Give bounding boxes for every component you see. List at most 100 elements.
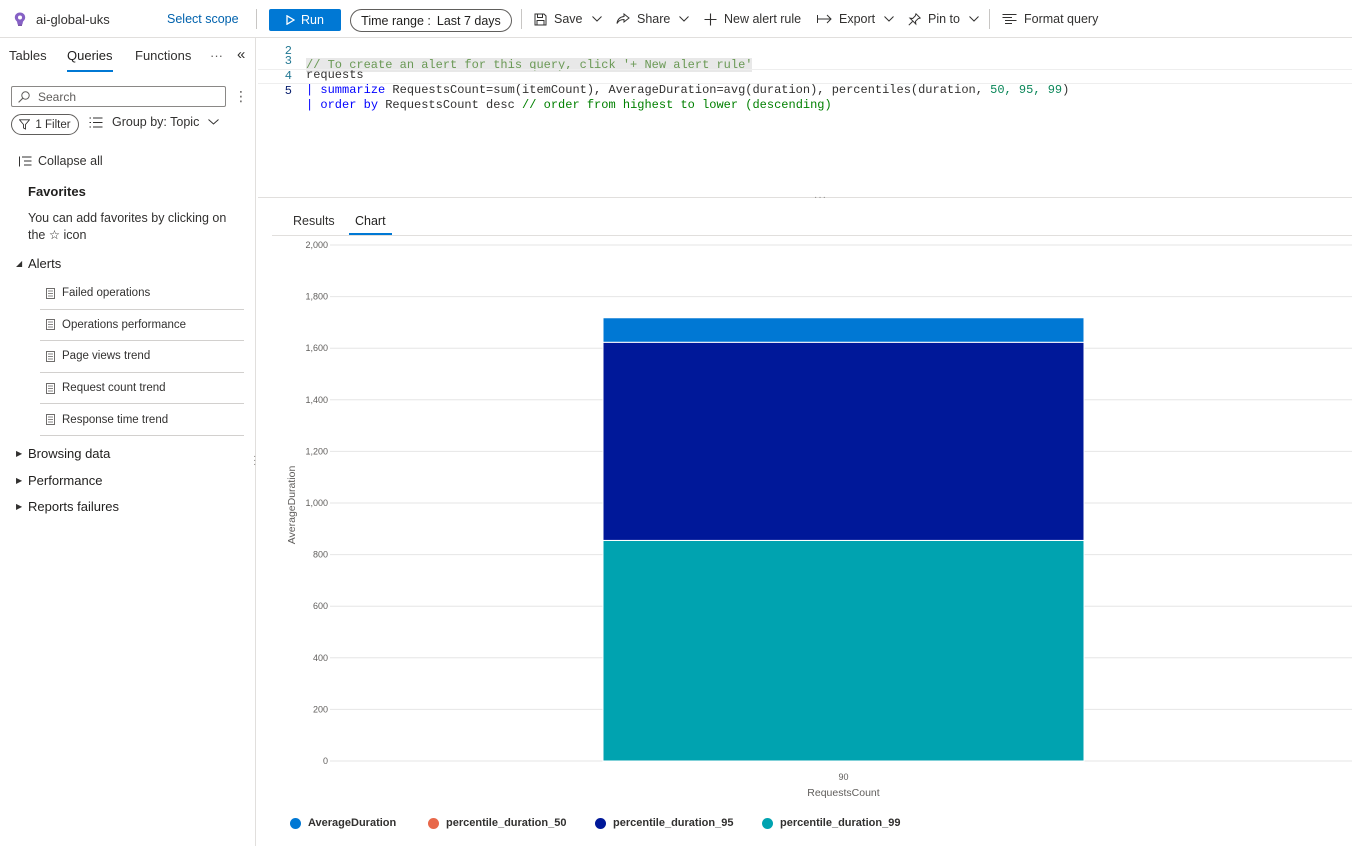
group-alerts[interactable]: ◢ Alerts bbox=[16, 256, 61, 271]
share-label: Share bbox=[637, 12, 671, 26]
y-tick-label: 400 bbox=[313, 653, 328, 663]
y-tick-label: 0 bbox=[323, 756, 328, 766]
query-item-page-views-trend[interactable]: Page views trend bbox=[40, 341, 244, 373]
y-axis-label: AverageDuration bbox=[286, 466, 298, 545]
chevron-down-icon bbox=[969, 16, 979, 22]
scope-name[interactable]: ai-global-uks bbox=[14, 0, 110, 38]
legend-item-percentile-50[interactable]: percentile_duration_50 bbox=[428, 817, 566, 829]
favorites-title: Favorites bbox=[28, 184, 86, 199]
y-tick-label: 1,400 bbox=[305, 395, 328, 405]
tab-functions[interactable]: Functions bbox=[135, 48, 191, 63]
caret-right-icon: ▶ bbox=[16, 502, 23, 511]
y-tick-label: 1,200 bbox=[305, 446, 328, 456]
query-item-label: Page views trend bbox=[62, 350, 151, 363]
caret-right-icon: ▶ bbox=[16, 449, 23, 458]
scope-name-label: ai-global-uks bbox=[36, 11, 110, 27]
save-label: Save bbox=[554, 12, 583, 26]
favorites-hint: You can add favorites by clicking on the… bbox=[28, 211, 227, 242]
query-item-failed-operations[interactable]: Failed operations bbox=[40, 278, 244, 310]
time-range-button[interactable]: Time range : Last 7 days bbox=[350, 9, 512, 32]
bar-segment-percentile-duration-95 bbox=[602, 341, 1085, 541]
legend-item-percentile-95[interactable]: percentile_duration_95 bbox=[595, 817, 733, 829]
chevron-down-icon bbox=[591, 16, 602, 22]
query-editor[interactable]: 2 // To create an alert for this query, … bbox=[258, 38, 1352, 198]
x-tick-label: 90 bbox=[838, 772, 848, 782]
run-label: Run bbox=[301, 13, 324, 27]
format-query-icon bbox=[1002, 14, 1017, 24]
code-pipe: | bbox=[306, 83, 321, 97]
select-scope-link[interactable]: Select scope bbox=[167, 0, 239, 38]
play-icon bbox=[286, 15, 296, 25]
chevron-down-icon bbox=[884, 16, 894, 22]
time-range-value: Last 7 days bbox=[436, 13, 501, 28]
query-item-request-count-trend[interactable]: Request count trend bbox=[40, 373, 244, 405]
query-doc-icon bbox=[46, 351, 55, 362]
code-summarize: | summarize RequestsCount=sum(itemCount)… bbox=[306, 83, 1069, 97]
save-icon bbox=[534, 13, 547, 25]
search-options-icon[interactable]: ⋮ bbox=[234, 88, 248, 105]
group-by-label: Group by: Topic bbox=[112, 115, 200, 129]
toolbar-divider bbox=[256, 9, 257, 29]
export-label: Export bbox=[839, 12, 876, 26]
filter-label: 1 Filter bbox=[35, 118, 71, 131]
legend-label: percentile_duration_99 bbox=[780, 817, 901, 829]
collapse-all-button[interactable]: Collapse all bbox=[19, 154, 103, 168]
caret-right-icon: ▶ bbox=[16, 476, 23, 485]
tab-chart[interactable]: Chart bbox=[349, 214, 392, 235]
chevron-down-icon bbox=[208, 119, 220, 125]
caret-down-icon: ◢ bbox=[16, 259, 23, 268]
query-item-response-time-trend[interactable]: Response time trend bbox=[40, 404, 244, 436]
app-insights-icon bbox=[14, 12, 26, 26]
x-axis-label: RequestsCount bbox=[807, 787, 879, 799]
y-tick-label: 1,800 bbox=[305, 292, 328, 302]
query-doc-icon bbox=[46, 287, 55, 299]
editor-resize-handle[interactable]: ··· bbox=[814, 192, 827, 203]
legend-dot bbox=[428, 817, 439, 829]
query-explorer-panel: Tables Queries Functions ··· « ⋮ 1 Filte… bbox=[0, 38, 256, 846]
time-range-label: Time range : bbox=[361, 13, 431, 28]
group-reports-label: Reports failures bbox=[28, 499, 120, 514]
group-performance[interactable]: ▶ Performance bbox=[16, 473, 102, 488]
y-tick-label: 200 bbox=[313, 704, 328, 714]
legend-label: AverageDuration bbox=[308, 817, 397, 829]
code-text: RequestsCount desc bbox=[378, 98, 523, 112]
list-icon bbox=[89, 117, 103, 127]
group-performance-label: Performance bbox=[28, 473, 103, 488]
tab-tables[interactable]: Tables bbox=[9, 48, 47, 63]
code-line-current: 5 | order by RequestsCount desc // order… bbox=[258, 69, 1352, 112]
new-alert-rule-label: New alert rule bbox=[724, 12, 802, 26]
filter-button[interactable]: 1 Filter bbox=[11, 114, 79, 135]
group-by-dropdown[interactable]: Group by: Topic bbox=[89, 115, 220, 129]
code-pipe: | bbox=[306, 98, 321, 112]
legend-item-percentile-99[interactable]: percentile_duration_99 bbox=[762, 817, 900, 829]
tab-results[interactable]: Results bbox=[293, 214, 335, 228]
legend-dot bbox=[595, 817, 606, 829]
y-tick-label: 600 bbox=[313, 601, 328, 611]
tab-queries[interactable]: Queries bbox=[67, 48, 113, 72]
search-box bbox=[11, 86, 226, 107]
group-reports-failures[interactable]: ▶ Reports failures bbox=[16, 499, 119, 514]
search-input[interactable] bbox=[38, 89, 218, 104]
filter-icon bbox=[19, 119, 31, 130]
code-comment: // order from highest to lower (descendi… bbox=[522, 98, 832, 112]
group-browsing-data[interactable]: ▶ Browsing data bbox=[16, 446, 110, 461]
pin-to-label: Pin to bbox=[928, 12, 960, 26]
search-icon bbox=[18, 90, 30, 103]
line-number: 5 bbox=[284, 84, 292, 98]
bar-segment-percentile-duration-99 bbox=[602, 539, 1085, 762]
collapse-all-label: Collapse all bbox=[38, 154, 103, 168]
query-item-label: Response time trend bbox=[62, 413, 169, 426]
query-item-label: Request count trend bbox=[62, 382, 166, 395]
y-tick-label: 2,000 bbox=[305, 240, 328, 250]
query-item-operations-performance[interactable]: Operations performance bbox=[40, 310, 244, 342]
legend-item-average-duration[interactable]: AverageDuration bbox=[290, 817, 396, 829]
run-button[interactable]: Run bbox=[269, 9, 341, 31]
more-options-button[interactable]: ··· bbox=[210, 48, 223, 63]
query-doc-icon bbox=[46, 319, 55, 331]
y-tick-label: 1,000 bbox=[305, 498, 328, 508]
query-item-label: Failed operations bbox=[62, 287, 151, 300]
collapse-panel-button[interactable]: « bbox=[237, 46, 245, 63]
y-tick-label: 1,600 bbox=[305, 343, 328, 353]
code-keyword: summarize bbox=[320, 83, 386, 97]
export-arrow-icon bbox=[817, 14, 832, 24]
